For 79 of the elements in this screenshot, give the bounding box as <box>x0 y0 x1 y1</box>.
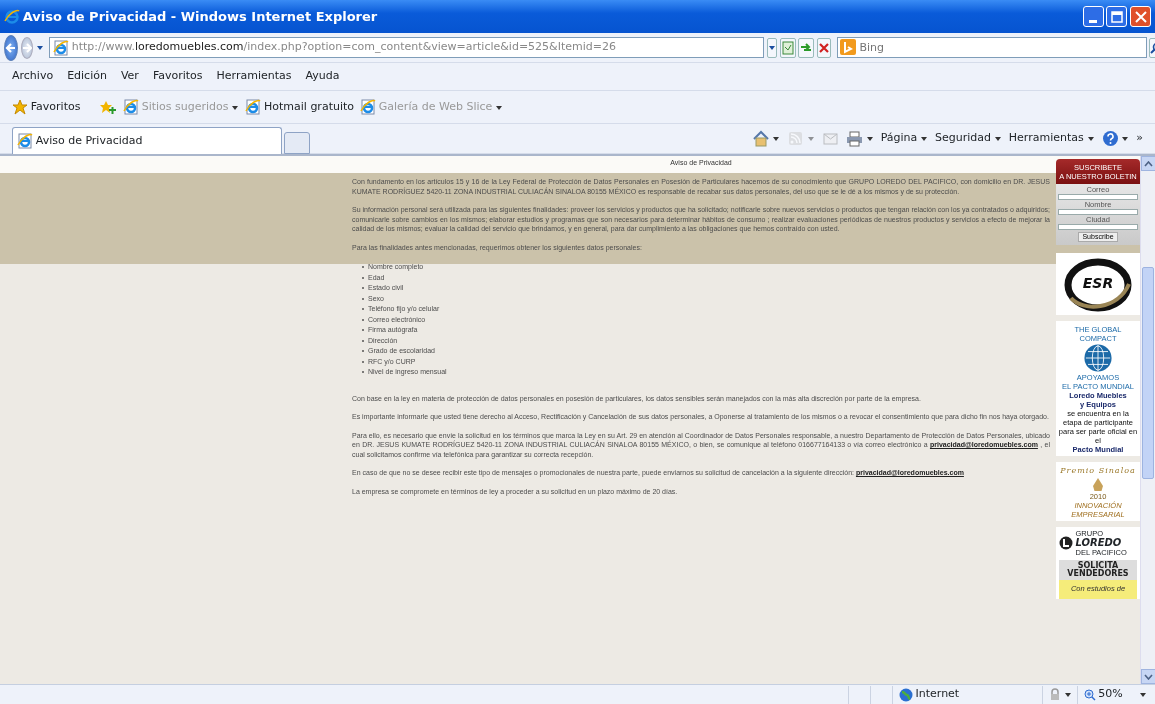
close-button[interactable] <box>1130 6 1151 27</box>
star-icon <box>12 99 28 115</box>
globe-icon <box>1083 343 1113 373</box>
minimize-button[interactable] <box>1082 6 1104 27</box>
toolbar-menu[interactable]: Herramientas <box>1008 130 1095 147</box>
page-icon <box>245 99 262 115</box>
search-field[interactable]: Bing <box>836 37 1147 58</box>
toolbar-menu[interactable]: » <box>1136 130 1143 147</box>
toolbar-button[interactable] <box>752 130 781 147</box>
brand-name: LOREDO <box>1075 538 1123 549</box>
minimize-icon <box>1089 20 1097 24</box>
logo-text: ESR <box>1082 275 1114 291</box>
mail-icon <box>821 130 839 147</box>
new-tab-button[interactable] <box>284 132 310 154</box>
caret-icon <box>920 135 929 142</box>
menu-item[interactable]: Ayuda <box>305 68 340 85</box>
favorites-link[interactable]: Hotmail gratuito <box>245 98 354 116</box>
caret-icon[interactable] <box>1139 691 1148 698</box>
zoom-button[interactable]: 50% <box>1083 686 1123 703</box>
url-text: http://www.loredomuebles.com/index.php?option=com_content&view=article&id=525&Itemid=26 <box>71 39 616 56</box>
add-favorite-icon[interactable] <box>98 99 117 115</box>
menu-item[interactable]: Herramientas <box>216 68 292 85</box>
caret-icon <box>231 103 240 111</box>
favorites-button[interactable]: Favoritos <box>12 98 81 116</box>
maximize-icon <box>1110 10 1123 23</box>
close-icon <box>1134 10 1147 23</box>
input-field[interactable] <box>1058 224 1138 230</box>
refresh-button[interactable] <box>798 37 815 58</box>
caret-icon[interactable] <box>35 44 44 51</box>
address-field[interactable]: http://www.loredomuebles.com/index.php?option=com_content&view=article&id=525&Itemid=26 <box>49 37 764 58</box>
window-title: Aviso de Privacidad - Windows Internet Explorer <box>22 7 379 26</box>
page-icon <box>360 99 376 115</box>
caret-icon <box>806 135 815 142</box>
back-arrow-icon <box>5 41 17 54</box>
caret-icon[interactable] <box>1063 691 1072 698</box>
menu-item[interactable]: Ver <box>120 68 139 85</box>
headline: SOLICITA VENDEDORES <box>1058 560 1138 580</box>
help-icon <box>1101 130 1119 147</box>
globe-icon <box>898 687 913 702</box>
menu-item[interactable]: Favoritos <box>152 68 203 85</box>
caret-icon <box>495 103 504 111</box>
logo-banner[interactable]: ESR <box>1056 253 1140 315</box>
menu-item[interactable]: Archivo <box>12 68 54 85</box>
page-icon <box>17 133 33 149</box>
feed-icon <box>787 130 805 147</box>
caret-icon <box>865 135 874 142</box>
zone-text: Internet <box>915 686 960 703</box>
forward-arrow-icon <box>21 42 32 53</box>
page-icon <box>122 99 139 115</box>
scroll-up-icon <box>1144 160 1153 167</box>
caret-icon <box>767 44 776 51</box>
back-button[interactable] <box>4 34 18 61</box>
scroll-down-icon <box>1144 673 1153 680</box>
toolbar-button[interactable] <box>1101 130 1130 147</box>
award-title: Premio Sinaloa <box>1059 465 1137 475</box>
browser-logo-icon <box>4 8 20 25</box>
caret-icon <box>993 135 1002 142</box>
stop-button[interactable] <box>817 37 831 58</box>
home-icon <box>752 130 770 147</box>
close-icon <box>818 41 830 54</box>
address-dropdown-button[interactable] <box>766 37 777 58</box>
input-field[interactable] <box>1058 209 1138 215</box>
caret-icon <box>772 135 781 142</box>
toolbar-menu[interactable]: Seguridad <box>935 130 1002 147</box>
printer-icon <box>845 130 863 147</box>
ring-logo-icon <box>1063 256 1133 312</box>
zoom-icon <box>1083 688 1096 701</box>
page-icon <box>53 39 69 56</box>
browser-tab[interactable]: Aviso de Privacidad <box>12 127 282 154</box>
menu-item[interactable]: Edición <box>67 68 107 85</box>
scrollbar[interactable] <box>1140 156 1155 684</box>
brand-logo-icon <box>1058 536 1073 551</box>
toolbar-button[interactable] <box>845 130 874 147</box>
caret-icon <box>1086 135 1095 142</box>
input-field[interactable] <box>1058 194 1138 200</box>
toolbar-menu[interactable]: Página <box>880 130 929 147</box>
caret-icon <box>1121 135 1130 142</box>
scroll-thumb[interactable] <box>1142 267 1154 479</box>
maximize-button[interactable] <box>1106 6 1128 27</box>
